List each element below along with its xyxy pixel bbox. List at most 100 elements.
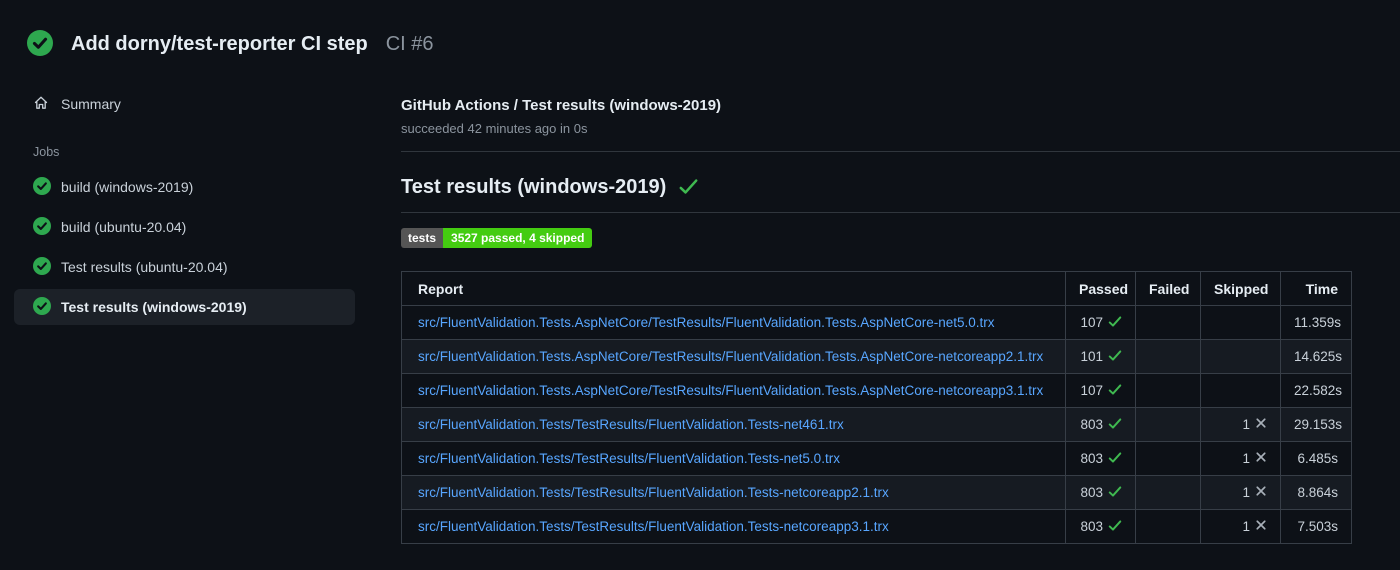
passed-cell: 107 xyxy=(1065,305,1136,340)
check-icon xyxy=(1108,519,1122,535)
jobs-section-label: Jobs xyxy=(33,145,60,159)
report-link[interactable]: src/FluentValidation.Tests/TestResults/F… xyxy=(418,417,844,432)
failed-cell xyxy=(1135,407,1201,442)
x-icon xyxy=(1255,417,1267,432)
skipped-cell xyxy=(1200,339,1281,374)
passed-cell: 803 xyxy=(1065,475,1136,510)
table-row: src/FluentValidation.Tests/TestResults/F… xyxy=(401,441,1352,476)
table-row: src/FluentValidation.Tests/TestResults/F… xyxy=(401,407,1352,442)
time-cell: 8.864s xyxy=(1280,475,1352,510)
tests-badge-label: tests xyxy=(401,228,444,248)
check-circle-icon xyxy=(33,296,51,318)
report-link[interactable]: src/FluentValidation.Tests.AspNetCore/Te… xyxy=(418,315,995,330)
check-run-title: GitHub Actions / Test results (windows-2… xyxy=(401,97,722,114)
skipped-cell-value: 1 xyxy=(1242,519,1250,534)
sidebar-job-item[interactable]: Test results (ubuntu-20.04) xyxy=(14,249,355,285)
report-cell: src/FluentValidation.Tests.AspNetCore/Te… xyxy=(401,339,1066,374)
page-layout: Summary Jobs build (windows-2019) build (… xyxy=(0,89,1400,544)
check-icon xyxy=(1108,383,1122,399)
report-cell: src/FluentValidation.Tests/TestResults/F… xyxy=(401,509,1066,544)
run-number: CI #6 xyxy=(385,32,434,55)
skipped-cell: 1 xyxy=(1200,441,1281,476)
failed-cell xyxy=(1135,305,1201,340)
skipped-cell-value: 1 xyxy=(1242,417,1250,432)
x-icon xyxy=(1255,451,1267,466)
passed-cell-value: 107 xyxy=(1080,383,1103,398)
time-cell: 29.153s xyxy=(1280,407,1352,442)
table-row: src/FluentValidation.Tests.AspNetCore/Te… xyxy=(401,339,1352,374)
table-header-row: Report Passed Failed Skipped Time xyxy=(401,271,1352,306)
check-icon xyxy=(1108,315,1122,331)
section-title-row: Test results (windows-2019) xyxy=(401,176,1400,199)
report-link[interactable]: src/FluentValidation.Tests/TestResults/F… xyxy=(418,485,889,500)
column-header-time: Time xyxy=(1280,271,1352,306)
report-link[interactable]: src/FluentValidation.Tests/TestResults/F… xyxy=(418,451,840,466)
sidebar: Summary Jobs build (windows-2019) build (… xyxy=(0,89,370,544)
check-run-status: succeeded 42 minutes ago in 0s xyxy=(401,121,588,136)
passed-cell-value: 803 xyxy=(1080,417,1103,432)
sidebar-job-item[interactable]: Test results (windows-2019) xyxy=(14,289,355,325)
tests-badge: tests 3527 passed, 4 skipped xyxy=(401,228,593,248)
summary-label: Summary xyxy=(61,96,121,112)
check-circle-icon xyxy=(27,29,53,59)
passed-cell: 803 xyxy=(1065,407,1136,442)
job-label: build (windows-2019) xyxy=(61,179,194,195)
skipped-cell xyxy=(1200,305,1281,340)
report-cell: src/FluentValidation.Tests/TestResults/F… xyxy=(401,441,1066,476)
check-icon xyxy=(678,177,699,199)
failed-cell xyxy=(1135,475,1201,510)
failed-cell xyxy=(1135,373,1201,408)
divider xyxy=(401,151,1400,152)
passed-cell: 803 xyxy=(1065,509,1136,544)
check-circle-icon xyxy=(33,176,51,198)
job-label: Test results (ubuntu-20.04) xyxy=(61,259,228,275)
section-title: Test results (windows-2019) xyxy=(401,176,667,198)
report-cell: src/FluentValidation.Tests/TestResults/F… xyxy=(401,475,1066,510)
report-cell: src/FluentValidation.Tests.AspNetCore/Te… xyxy=(401,305,1066,340)
failed-cell xyxy=(1135,441,1201,476)
sidebar-job-item[interactable]: build (ubuntu-20.04) xyxy=(14,209,355,245)
report-cell: src/FluentValidation.Tests.AspNetCore/Te… xyxy=(401,373,1066,408)
passed-cell-value: 803 xyxy=(1080,485,1103,500)
time-cell: 22.582s xyxy=(1280,373,1352,408)
sidebar-item-summary[interactable]: Summary xyxy=(0,89,370,119)
time-cell: 14.625s xyxy=(1280,339,1352,374)
skipped-cell-value: 1 xyxy=(1242,485,1250,500)
run-header: Add dorny/test-reporter CI step CI #6 xyxy=(0,0,1400,58)
report-link[interactable]: src/FluentValidation.Tests.AspNetCore/Te… xyxy=(418,383,1043,398)
x-icon xyxy=(1255,519,1267,534)
column-header-report: Report xyxy=(401,271,1066,306)
skipped-cell-value: 1 xyxy=(1242,451,1250,466)
time-cell: 11.359s xyxy=(1280,305,1352,340)
check-circle-icon xyxy=(33,216,51,238)
skipped-cell: 1 xyxy=(1200,407,1281,442)
column-header-skipped: Skipped xyxy=(1200,271,1281,306)
table-row: src/FluentValidation.Tests.AspNetCore/Te… xyxy=(401,373,1352,408)
passed-cell: 101 xyxy=(1065,339,1136,374)
check-circle-icon xyxy=(33,256,51,278)
report-link[interactable]: src/FluentValidation.Tests.AspNetCore/Te… xyxy=(418,349,1043,364)
table-row: src/FluentValidation.Tests/TestResults/F… xyxy=(401,475,1352,510)
test-results-table: Report Passed Failed Skipped Time src/Fl… xyxy=(401,271,1352,544)
main-content: GitHub Actions / Test results (windows-2… xyxy=(370,89,1400,544)
jobs-list: build (windows-2019) build (ubuntu-20.04)… xyxy=(0,169,370,325)
home-icon xyxy=(33,95,49,114)
table-row: src/FluentValidation.Tests/TestResults/F… xyxy=(401,509,1352,544)
report-cell: src/FluentValidation.Tests/TestResults/F… xyxy=(401,407,1066,442)
x-icon xyxy=(1255,485,1267,500)
table-row: src/FluentValidation.Tests.AspNetCore/Te… xyxy=(401,305,1352,340)
sidebar-job-item[interactable]: build (windows-2019) xyxy=(14,169,355,205)
column-header-failed: Failed xyxy=(1135,271,1201,306)
check-icon xyxy=(1108,417,1122,433)
check-icon xyxy=(1108,349,1122,365)
passed-cell: 107 xyxy=(1065,373,1136,408)
column-header-passed: Passed xyxy=(1065,271,1136,306)
job-label: build (ubuntu-20.04) xyxy=(61,219,187,235)
report-link[interactable]: src/FluentValidation.Tests/TestResults/F… xyxy=(418,519,889,534)
passed-cell-value: 107 xyxy=(1080,315,1103,330)
tests-badge-value: 3527 passed, 4 skipped xyxy=(443,228,593,248)
passed-cell-value: 101 xyxy=(1080,349,1103,364)
passed-cell: 803 xyxy=(1065,441,1136,476)
divider xyxy=(401,212,1400,213)
time-cell: 7.503s xyxy=(1280,509,1352,544)
